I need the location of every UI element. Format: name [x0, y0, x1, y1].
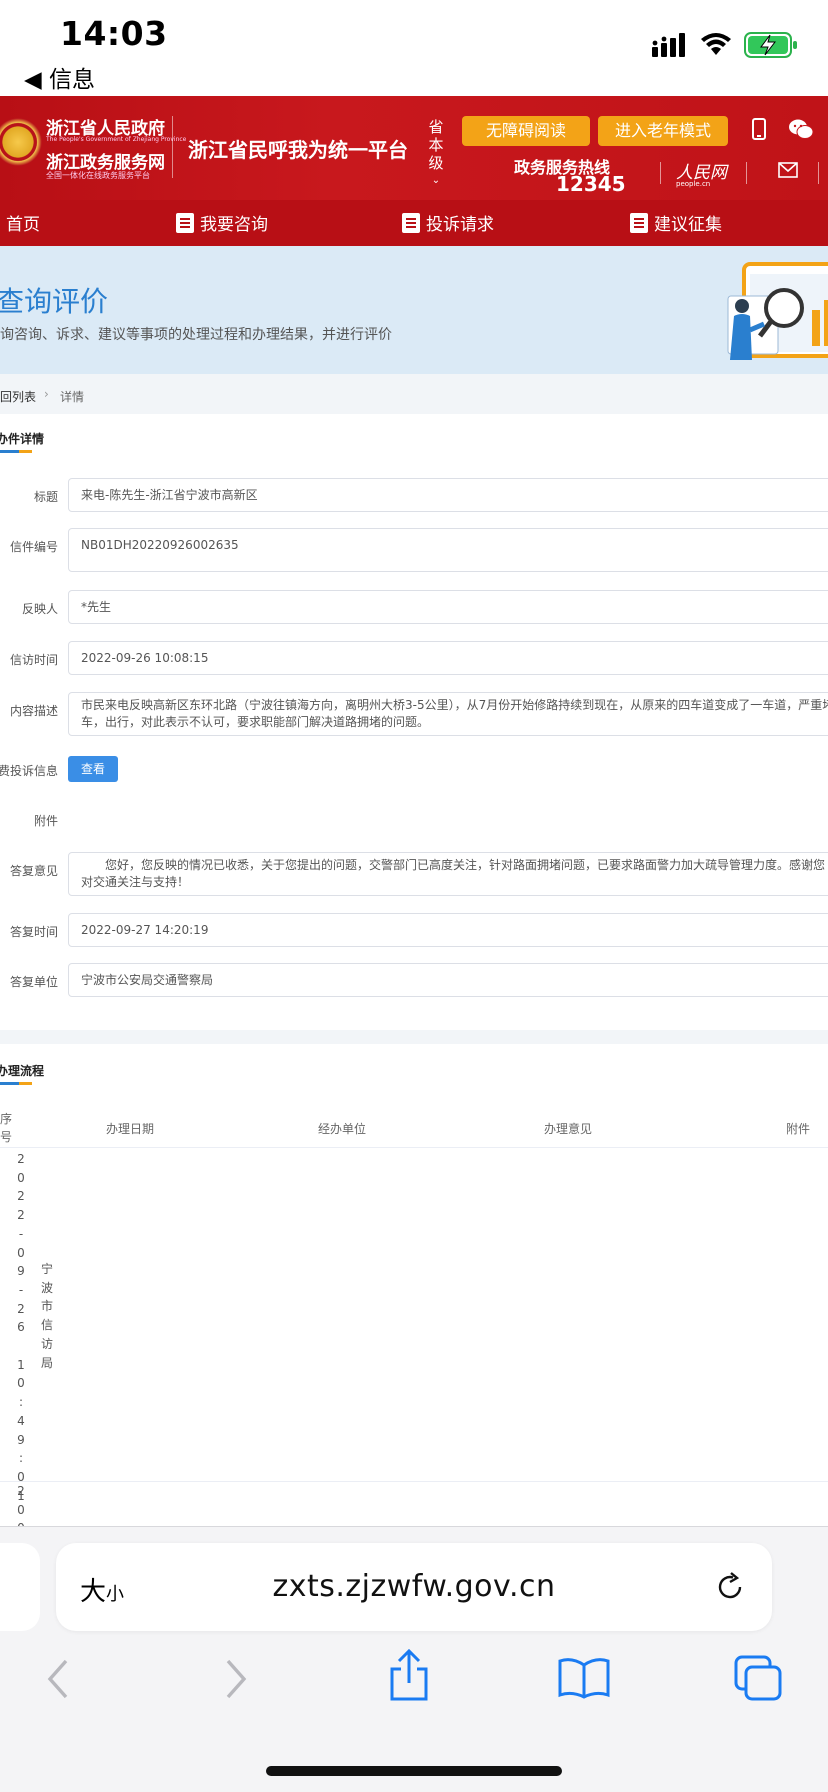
nav-complaint-label: 投诉请求 — [426, 215, 494, 235]
mobile-phone-icon[interactable] — [752, 118, 766, 140]
national-emblem-icon — [0, 118, 42, 166]
field-value[interactable]: NB01DH20220926002635 — [68, 528, 828, 572]
process-section-title: 办理流程 — [0, 1064, 45, 1078]
page-banner: 查询评价 询咨询、诉求、建议等事项的处理过程和办理结果，并进行评价 — [0, 246, 828, 374]
gov-name-en: The People's Government of Zhejiang Prov… — [46, 136, 187, 143]
nav-suggestion[interactable]: 建议征集 — [630, 210, 722, 235]
column-header-date: 办理日期 — [106, 1122, 155, 1136]
address-bar[interactable]: 大小 zxts.zjzwfw.gov.cn — [56, 1543, 772, 1631]
breadcrumb-separator-icon: › — [44, 387, 49, 401]
field-label: 答复时间 — [9, 925, 58, 939]
nav-consult-label: 我要咨询 — [200, 215, 268, 235]
header-divider — [818, 162, 819, 184]
field-value[interactable]: 您好，您反映的情况已收悉，关于您提出的问题，交警部门已高度关注，针对路面拥堵问题… — [68, 852, 828, 896]
row-unit: 宁波市信访局 — [40, 1262, 53, 1370]
field-label: 信访时间 — [9, 653, 58, 667]
field-label: 答复意见 — [9, 864, 58, 878]
forward-arrow-icon[interactable] — [222, 1657, 250, 1701]
main-nav: 首页 我要咨询 投诉请求 建议征集 — [0, 200, 828, 246]
detail-section-title: 办件详情 — [0, 432, 45, 446]
field-label: 内容描述 — [9, 704, 58, 718]
wechat-icon[interactable] — [788, 118, 814, 140]
magnifier-illustration-icon — [727, 262, 828, 360]
field-label: 附件 — [33, 814, 58, 828]
accessibility-button[interactable]: 无障碍阅读 — [462, 116, 590, 146]
column-header-index: 序号 — [0, 1112, 13, 1144]
share-icon[interactable] — [388, 1649, 430, 1703]
header-divider — [660, 162, 661, 184]
field-label: 信件编号 — [9, 540, 58, 554]
nav-suggestion-label: 建议征集 — [654, 215, 722, 235]
back-to-app-link[interactable]: ◀ 信息 — [24, 60, 95, 94]
header-divider — [746, 162, 747, 184]
view-button[interactable]: 查看 — [68, 756, 118, 782]
chevron-down-icon: ⌄ — [431, 175, 441, 186]
complaint-doc-icon — [402, 212, 420, 233]
status-bar: 14:03 ◀ 信息 — [0, 0, 828, 96]
browser-toolbar: 大小 zxts.zjzwfw.gov.cn — [0, 1526, 828, 1792]
suggestion-doc-icon — [630, 212, 648, 233]
field-label: 答复单位 — [9, 975, 58, 989]
row-date: 2022-09-26 10:49:01 — [17, 1152, 25, 1503]
field-value[interactable]: 来电-陈先生-浙江省宁波市高新区 — [68, 478, 828, 512]
column-header-attachment: 附件 — [786, 1122, 811, 1136]
field-label: 反映人 — [21, 602, 58, 616]
url-text[interactable]: zxts.zjzwfw.gov.cn — [56, 1569, 772, 1604]
field-value[interactable]: 宁波市公安局交通警察局 — [68, 963, 828, 997]
row-date: 200 — [17, 1484, 25, 1526]
page-title: 查询评价 — [0, 285, 109, 318]
level-selector[interactable]: 省本级 ⌄ — [428, 118, 444, 190]
back-to-list-link[interactable]: 回列表 — [0, 388, 36, 405]
bookmarks-icon[interactable] — [558, 1657, 610, 1699]
field-value[interactable]: 市民来电反映高新区东环北路（宁波往镇海方向，离明州大桥3-5公里），从7月份开始… — [68, 692, 828, 736]
back-arrow-icon[interactable] — [44, 1657, 72, 1701]
header-divider — [172, 116, 173, 178]
status-time: 14:03 — [60, 14, 168, 53]
reload-icon[interactable] — [714, 1571, 746, 1603]
platform-title[interactable]: 浙江省民呼我为统一平台 — [188, 134, 408, 163]
people-domain: people.cn — [676, 180, 711, 188]
column-header-opinion: 办理意见 — [544, 1122, 593, 1136]
nav-consult[interactable]: 我要咨询 — [176, 210, 268, 235]
tabs-icon[interactable] — [734, 1655, 784, 1703]
mail-icon[interactable] — [778, 162, 798, 178]
table-row[interactable]: 200 — [0, 1482, 828, 1526]
cellular-signal-icon — [652, 33, 685, 57]
battery-charging-icon — [744, 32, 797, 58]
column-header-unit: 经办单位 — [318, 1122, 367, 1136]
field-value[interactable]: 2022-09-27 14:20:19 — [68, 913, 828, 947]
nav-complaint[interactable]: 投诉请求 — [402, 210, 494, 235]
section-accent-bar — [0, 1082, 32, 1085]
field-value[interactable]: *先生 — [68, 590, 828, 624]
field-value[interactable]: 2022-09-26 10:08:15 — [68, 641, 828, 675]
service-net-sub: 全国一体化在线政务服务平台 — [46, 171, 150, 180]
status-icons — [652, 32, 798, 58]
question-doc-icon — [176, 212, 194, 233]
breadcrumb-current: 详情 — [60, 390, 85, 404]
nav-home[interactable]: 首页 — [6, 210, 40, 235]
section-accent-bar — [0, 450, 32, 453]
page-subtitle: 询咨询、诉求、建议等事项的处理过程和办理结果，并进行评价 — [0, 327, 392, 343]
previous-tab-preview[interactable] — [0, 1543, 40, 1631]
home-indicator[interactable] — [266, 1766, 562, 1776]
hotline-number[interactable]: 12345 — [556, 172, 626, 196]
breadcrumb: 回列表 › 详情 — [0, 374, 828, 414]
level-label: 省本级 — [428, 118, 444, 172]
table-header-line — [0, 1147, 828, 1148]
wifi-icon — [701, 33, 731, 55]
elder-mode-button[interactable]: 进入老年模式 — [598, 116, 728, 146]
nav-home-label: 首页 — [6, 215, 40, 235]
field-label: 标题 — [33, 490, 58, 504]
section-divider — [0, 1030, 828, 1044]
field-label: 消费投诉信息 — [0, 764, 58, 778]
